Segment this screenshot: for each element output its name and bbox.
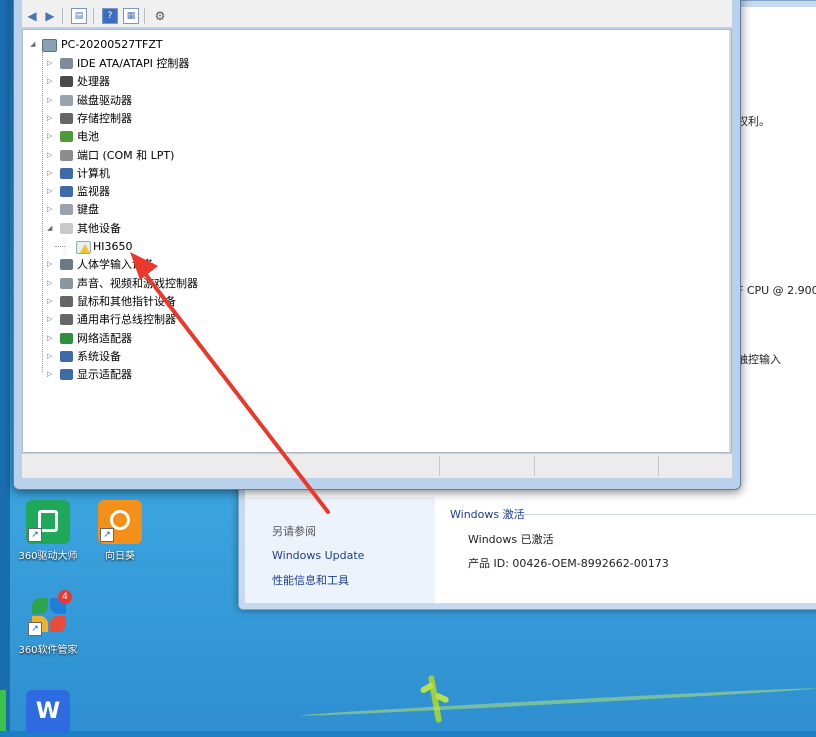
annotation-arrow: [130, 252, 330, 514]
